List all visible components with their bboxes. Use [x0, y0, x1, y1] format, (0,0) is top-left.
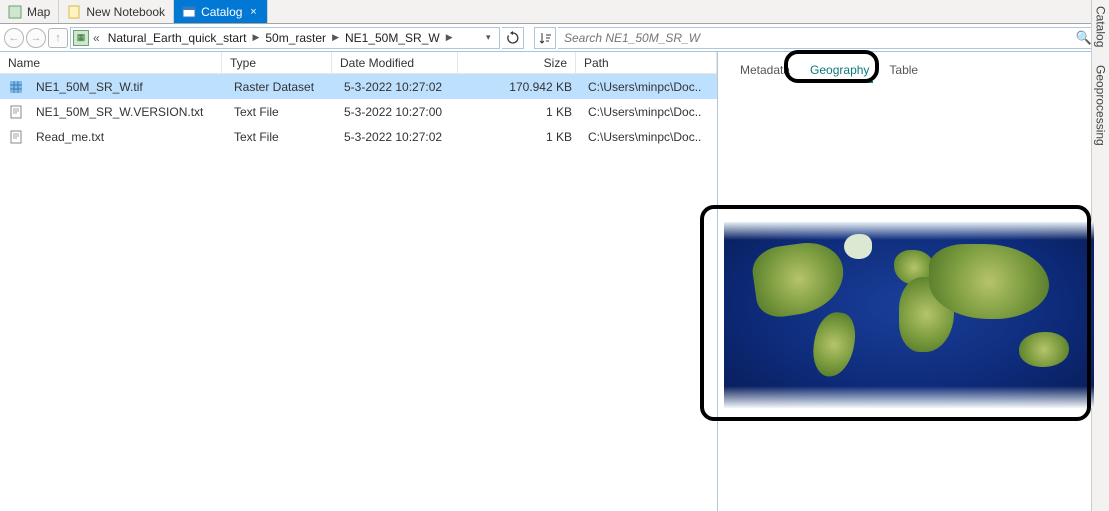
file-rows: NE1_50M_SR_W.tif Raster Dataset 5-3-2022…	[0, 74, 717, 511]
cell-size: 1 KB	[462, 105, 580, 119]
refresh-icon	[506, 31, 520, 45]
document-tab-strip: Map New Notebook Catalog × ▼	[0, 0, 1109, 24]
notebook-icon	[67, 5, 81, 19]
cell-date: 5-3-2022 10:27:02	[336, 80, 462, 94]
file-list-pane: Name Type Date Modified Size Path NE1_50…	[0, 52, 718, 511]
folder-icon: ▦	[73, 30, 89, 46]
cell-size: 1 KB	[462, 130, 580, 144]
main-area: Name Type Date Modified Size Path NE1_50…	[0, 52, 1109, 511]
cell-type: Text File	[226, 130, 336, 144]
cell-type: Text File	[226, 105, 336, 119]
cell-name: NE1_50M_SR_W.tif	[28, 80, 226, 94]
raster-icon	[8, 79, 24, 95]
cell-path: C:\Users\minpc\Doc..	[580, 80, 717, 94]
breadcrumb-item[interactable]: Natural_Earth_quick_start	[104, 31, 251, 45]
side-tab-geoprocessing[interactable]: Geoprocessing	[1094, 63, 1108, 148]
text-file-icon	[8, 104, 24, 120]
breadcrumb-item[interactable]: NE1_50M_SR_W	[341, 31, 444, 45]
search-input[interactable]	[564, 31, 1076, 45]
sort-icon	[538, 31, 552, 45]
cell-path: C:\Users\minpc\Doc..	[580, 105, 717, 119]
doctab-catalog[interactable]: Catalog ×	[174, 0, 268, 23]
breadcrumb-bar[interactable]: ▦ « Natural_Earth_quick_start ▶ 50m_rast…	[70, 27, 500, 49]
breadcrumb-dropdown[interactable]: ▾	[483, 32, 497, 43]
cell-name: NE1_50M_SR_W.VERSION.txt	[28, 105, 226, 119]
detail-tab-geography[interactable]: Geography	[800, 59, 879, 81]
text-file-icon	[8, 129, 24, 145]
column-header-type[interactable]: Type	[222, 52, 332, 73]
cell-date: 5-3-2022 10:27:00	[336, 105, 462, 119]
column-header-row: Name Type Date Modified Size Path	[0, 52, 717, 74]
doctab-label: Map	[27, 5, 50, 19]
doctab-label: Catalog	[201, 5, 242, 19]
chevron-right-icon: ▶	[250, 32, 261, 43]
column-header-path[interactable]: Path	[576, 52, 717, 73]
detail-tab-metadata[interactable]: Metadata	[730, 59, 800, 81]
file-row[interactable]: NE1_50M_SR_W.VERSION.txt Text File 5-3-2…	[0, 99, 717, 124]
cell-date: 5-3-2022 10:27:02	[336, 130, 462, 144]
chevron-right-icon: ▶	[330, 32, 341, 43]
detail-tab-table[interactable]: Table	[879, 59, 928, 81]
cell-size: 170.942 KB	[462, 80, 580, 94]
cell-name: Read_me.txt	[28, 130, 226, 144]
map-icon	[8, 5, 22, 19]
catalog-icon	[182, 5, 196, 19]
catalog-toolbar: ← → ↑ ▦ « Natural_Earth_quick_start ▶ 50…	[0, 24, 1109, 52]
doctab-new-notebook[interactable]: New Notebook	[59, 0, 174, 23]
column-header-name[interactable]: Name	[0, 52, 222, 73]
side-tab-catalog[interactable]: Catalog	[1094, 4, 1108, 49]
doctab-label: New Notebook	[86, 5, 165, 19]
detail-tabs: Metadata Geography Table	[718, 56, 1109, 84]
search-icon[interactable]: 🔍	[1076, 30, 1092, 46]
column-header-date[interactable]: Date Modified	[332, 52, 458, 73]
breadcrumb-item[interactable]: 50m_raster	[261, 31, 330, 45]
doctab-map[interactable]: Map	[0, 0, 59, 23]
close-icon[interactable]: ×	[247, 6, 259, 18]
geography-preview[interactable]	[724, 222, 1094, 408]
nav-back-button[interactable]: ←	[4, 28, 24, 48]
column-header-size[interactable]: Size	[458, 52, 576, 73]
nav-forward-button[interactable]: →	[26, 28, 46, 48]
refresh-button[interactable]	[502, 27, 524, 49]
file-row[interactable]: Read_me.txt Text File 5-3-2022 10:27:02 …	[0, 124, 717, 149]
cell-type: Raster Dataset	[226, 80, 336, 94]
nav-up-button[interactable]: ↑	[48, 28, 68, 48]
search-box[interactable]: 🔍 ▾	[558, 27, 1105, 49]
file-row[interactable]: NE1_50M_SR_W.tif Raster Dataset 5-3-2022…	[0, 74, 717, 99]
detail-pane: Metadata Geography Table	[718, 52, 1109, 511]
chevron-right-icon: ▶	[444, 32, 455, 43]
cell-path: C:\Users\minpc\Doc..	[580, 130, 717, 144]
breadcrumb-prefix: «	[89, 31, 104, 45]
sort-button[interactable]	[534, 27, 556, 49]
